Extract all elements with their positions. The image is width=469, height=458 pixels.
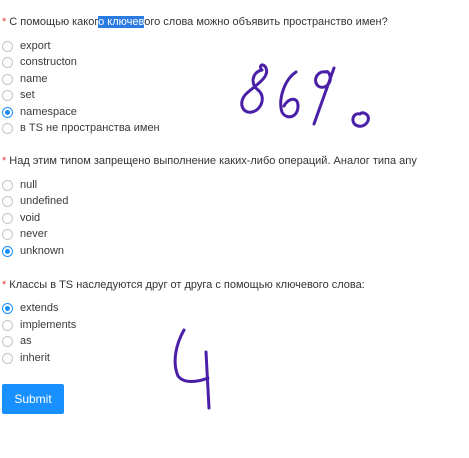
option-label: set — [20, 89, 35, 101]
text-selection: о ключев — [98, 16, 145, 28]
option-label: unknown — [20, 245, 65, 257]
radio-button[interactable] — [2, 319, 13, 331]
option-label: implements — [20, 319, 77, 331]
option-export[interactable]: export — [2, 38, 51, 54]
handwritten-note-4 — [173, 328, 210, 383]
handwritten-note-86-percent — [240, 63, 269, 114]
option-set[interactable]: set — [2, 87, 35, 103]
option-label: undefined — [20, 195, 69, 207]
radio-button[interactable] — [2, 212, 13, 224]
option-label: namespace — [20, 106, 77, 118]
option-inherit[interactable]: inherit — [2, 350, 50, 366]
radio-button[interactable] — [2, 195, 13, 207]
option-label: name — [20, 73, 48, 85]
option-label: as — [20, 335, 32, 347]
radio-button-selected[interactable] — [2, 302, 13, 314]
question-1-title-text: С помощью каког — [9, 16, 99, 28]
option-label: constructon — [20, 56, 77, 68]
option-unknown[interactable]: unknown — [2, 243, 64, 259]
option-undefined[interactable]: undefined — [2, 193, 68, 209]
required-mark: * — [2, 155, 7, 167]
option-null[interactable]: null — [2, 177, 37, 193]
question-3-title-text: Классы в TS наследуются друг от друга с … — [9, 279, 365, 291]
option-label: null — [20, 179, 38, 191]
radio-button[interactable] — [2, 335, 13, 347]
option-never[interactable]: never — [2, 226, 48, 242]
option-no-namespace[interactable]: в TS не пространства имен — [2, 120, 160, 136]
question-1-title-text-end: ого слова можно объявить пространство им… — [144, 16, 388, 28]
radio-button[interactable] — [2, 56, 13, 68]
radio-button[interactable] — [2, 179, 13, 191]
radio-button[interactable] — [2, 89, 13, 101]
question-1-title: * С помощью какого ключевого слова можно … — [2, 16, 388, 28]
question-2-title-text: Над этим типом запрещено выполнение каки… — [9, 155, 417, 167]
radio-button[interactable] — [2, 73, 13, 85]
option-label: extends — [20, 302, 59, 314]
radio-button[interactable] — [2, 40, 13, 52]
option-label: void — [20, 212, 41, 224]
option-extends[interactable]: extends — [2, 300, 59, 316]
option-label: в TS не пространства имен — [20, 122, 160, 134]
option-implements[interactable]: implements — [2, 317, 76, 333]
option-label: export — [20, 40, 51, 52]
option-constructon[interactable]: constructon — [2, 54, 77, 70]
required-mark: * — [2, 16, 7, 28]
option-label: never — [20, 228, 48, 240]
question-2-title: * Над этим типом запрещено выполнение как… — [2, 155, 417, 167]
submit-button[interactable]: Submit — [2, 384, 64, 414]
option-namespace[interactable]: namespace — [2, 104, 77, 120]
required-mark: * — [2, 279, 7, 291]
radio-button-selected[interactable] — [2, 245, 13, 257]
radio-button[interactable] — [2, 228, 13, 240]
question-3-title: * Классы в TS наследуются друг от друга с… — [2, 279, 365, 291]
radio-button[interactable] — [2, 352, 13, 364]
option-name[interactable]: name — [2, 71, 48, 87]
option-as[interactable]: as — [2, 333, 32, 349]
option-label: inherit — [20, 352, 50, 364]
radio-button[interactable] — [2, 122, 13, 134]
option-void[interactable]: void — [2, 210, 40, 226]
radio-button-selected[interactable] — [2, 106, 13, 118]
